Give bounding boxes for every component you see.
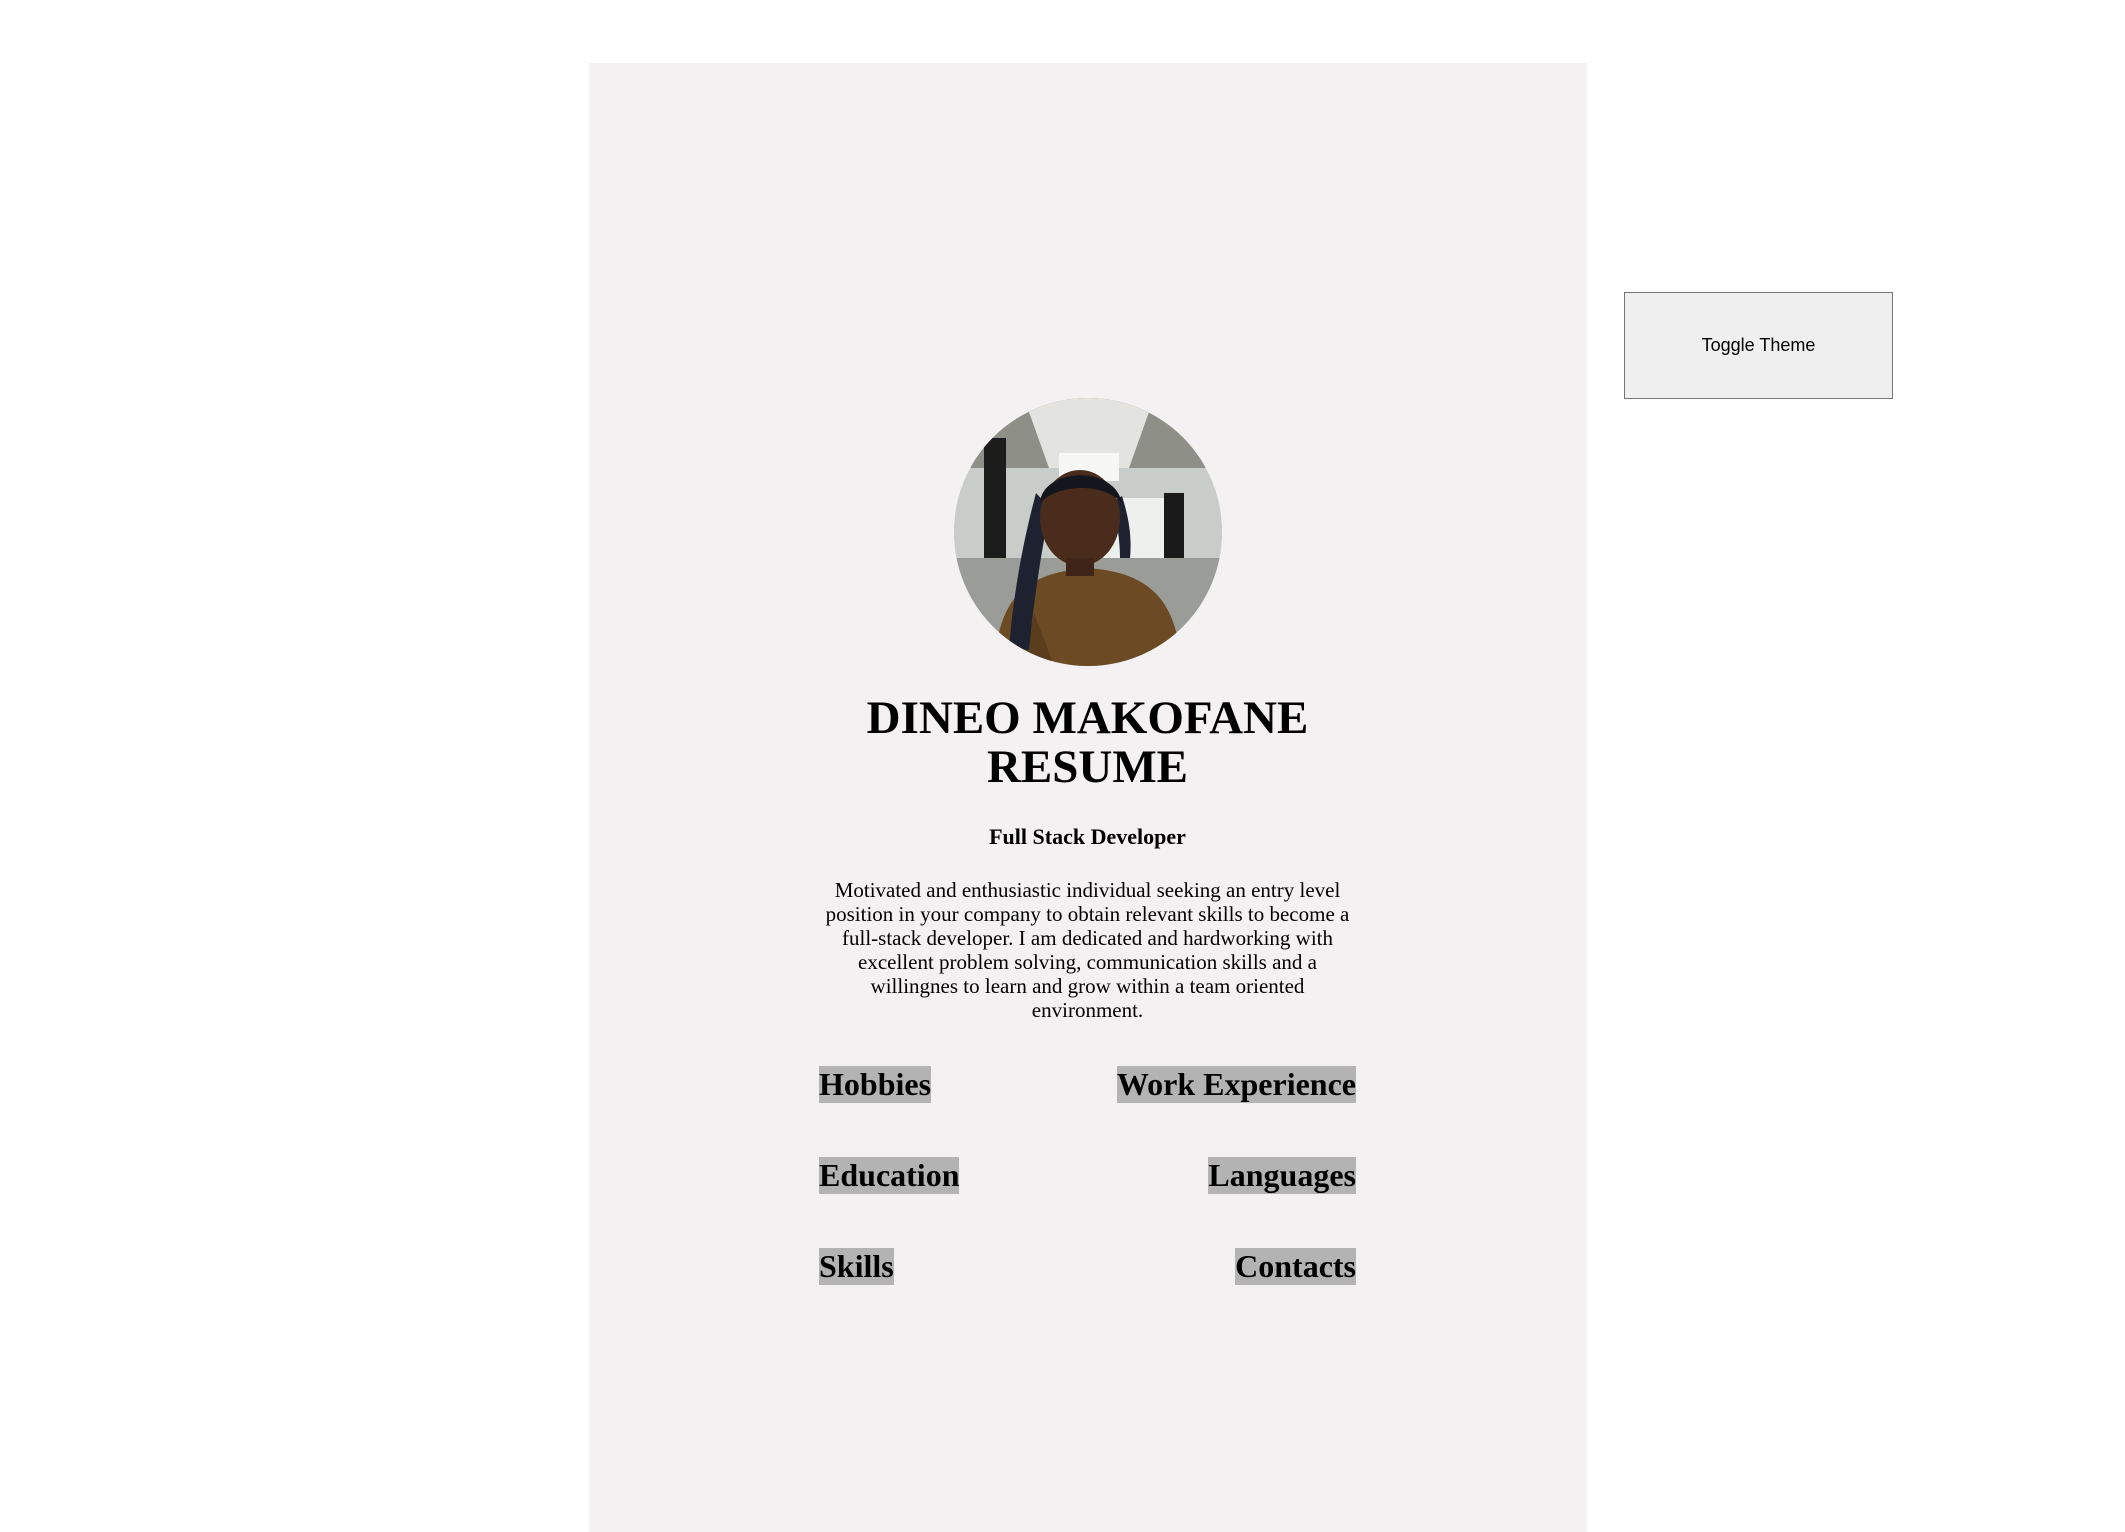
section-education[interactable]: Education	[819, 1157, 960, 1194]
profile-photo	[953, 398, 1222, 666]
section-work-experience[interactable]: Work Experience	[1116, 1066, 1356, 1103]
job-role: Full Stack Developer	[989, 824, 1186, 849]
resume-content: DINEO MAKOFANE RESUME Full Stack Develop…	[819, 398, 1356, 1285]
profile-summary: Motivated and enthusiastic individual se…	[825, 878, 1350, 1022]
section-links: Hobbies Work Experience Education Langua…	[819, 1066, 1356, 1285]
section-skills[interactable]: Skills	[819, 1248, 894, 1285]
section-contacts[interactable]: Contacts	[1235, 1248, 1356, 1285]
section-languages[interactable]: Languages	[1208, 1157, 1356, 1194]
section-hobbies[interactable]: Hobbies	[819, 1066, 932, 1103]
page-title: DINEO MAKOFANE RESUME	[866, 692, 1309, 793]
toggle-theme-button[interactable]: Toggle Theme	[1624, 292, 1893, 399]
